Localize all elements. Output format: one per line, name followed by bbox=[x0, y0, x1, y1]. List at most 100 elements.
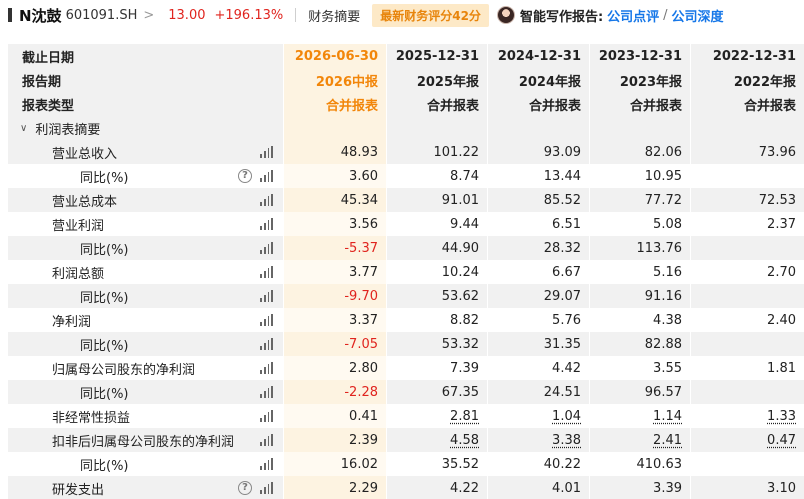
cell-value: 40.22 bbox=[543, 456, 581, 472]
value-cell: 4.38 bbox=[590, 308, 691, 332]
cell-value: 48.93 bbox=[340, 144, 378, 160]
cell-value: 10.24 bbox=[441, 264, 479, 280]
cell-value: 101.22 bbox=[433, 144, 480, 160]
value-cell: 6.67 bbox=[488, 260, 590, 284]
row-label-cell: 净利润 bbox=[8, 308, 284, 332]
section-row[interactable]: ∨ 利润表摘要 bbox=[8, 116, 804, 140]
financial-summary-link[interactable]: 财务摘要 bbox=[308, 6, 360, 25]
value-cell: 1.14 bbox=[590, 404, 691, 428]
cell-value: 2.39 bbox=[349, 432, 378, 448]
row-label: 同比(%) bbox=[80, 290, 129, 306]
cell-value[interactable]: 4.58 bbox=[450, 433, 479, 448]
bar-chart-icon[interactable] bbox=[260, 458, 273, 470]
chevron-down-icon[interactable]: ∨ bbox=[20, 123, 27, 134]
avatar bbox=[496, 6, 515, 24]
cell-value: 410.63 bbox=[636, 456, 683, 472]
question-icon[interactable]: ? bbox=[238, 481, 252, 495]
value-cell: 2.37 bbox=[691, 212, 804, 236]
row-label-cell: 营业总成本 bbox=[8, 188, 284, 212]
link-separator: / bbox=[663, 7, 668, 23]
header-cell: 2024-12-31 bbox=[488, 44, 590, 68]
cell-value[interactable]: 0.47 bbox=[767, 433, 796, 448]
bar-chart-icon[interactable] bbox=[260, 386, 273, 398]
cell-value: 2.80 bbox=[349, 360, 378, 376]
value-cell: 8.74 bbox=[387, 164, 488, 188]
value-cell: 2.39 bbox=[284, 428, 387, 452]
table-row: 同比(%) -9.70 53.62 29.07 91.16 bbox=[8, 284, 804, 308]
bar-chart-icon[interactable] bbox=[260, 362, 273, 374]
table-row: 同比(%) -2.28 67.35 24.51 96.57 bbox=[8, 380, 804, 404]
bar-chart-icon[interactable] bbox=[260, 314, 273, 326]
stock-price: 13.00 bbox=[168, 7, 206, 23]
bar-chart-icon[interactable] bbox=[260, 194, 273, 206]
cell-value: 72.53 bbox=[758, 192, 796, 208]
bar-chart-icon[interactable] bbox=[260, 170, 273, 182]
bar-chart-icon[interactable] bbox=[260, 218, 273, 230]
company-comment-link[interactable]: 公司点评 bbox=[607, 6, 659, 25]
value-cell: 96.57 bbox=[590, 380, 691, 404]
cell-value[interactable]: 2.41 bbox=[653, 433, 682, 448]
table-row: 同比(%) 16.02 35.52 40.22 410.63 bbox=[8, 452, 804, 476]
cell-value: -2.28 bbox=[344, 384, 378, 400]
cell-value: 9.44 bbox=[450, 216, 479, 232]
chevron-right-icon[interactable]: > bbox=[143, 8, 154, 23]
header-cell: 合并报表 bbox=[387, 92, 488, 116]
cell-value: 35.52 bbox=[441, 456, 479, 472]
table-row: 同比(%)? 3.60 8.74 13.44 10.95 bbox=[8, 164, 804, 188]
bar-chart-icon[interactable] bbox=[260, 410, 273, 422]
cell-value: 10.95 bbox=[644, 168, 682, 184]
bar-chart-icon[interactable] bbox=[260, 242, 273, 254]
table-header-row: 报告期 2026中报 2025年报 2024年报 2023年报 2022年报 bbox=[8, 68, 804, 92]
value-cell bbox=[691, 380, 804, 404]
value-cell: 8.82 bbox=[387, 308, 488, 332]
value-cell: 13.44 bbox=[488, 164, 590, 188]
cell-value[interactable]: 2.81 bbox=[450, 409, 479, 424]
bar-chart-icon[interactable] bbox=[260, 266, 273, 278]
value-cell bbox=[691, 332, 804, 356]
cell-value[interactable]: 3.38 bbox=[552, 433, 581, 448]
value-cell: 3.39 bbox=[590, 476, 691, 499]
bar-chart-icon[interactable] bbox=[260, 338, 273, 350]
cell-value: 3.55 bbox=[653, 360, 682, 376]
cell-value: 5.76 bbox=[552, 312, 581, 328]
value-cell: 24.51 bbox=[488, 380, 590, 404]
bar-chart-icon[interactable] bbox=[260, 146, 273, 158]
cell-value[interactable]: 1.04 bbox=[552, 409, 581, 424]
cell-value: 5.08 bbox=[653, 216, 682, 232]
row-label-cell: 同比(%) bbox=[8, 236, 284, 260]
header-cell: 2025-12-31 bbox=[387, 44, 488, 68]
cell-value[interactable]: 1.33 bbox=[767, 409, 796, 424]
bar-chart-icon[interactable] bbox=[260, 482, 273, 494]
stock-code: 601091.SH bbox=[65, 7, 138, 23]
value-cell: 9.44 bbox=[387, 212, 488, 236]
income-statement-table: 截止日期 2026-06-30 2025-12-31 2024-12-31 2023-1… bbox=[8, 44, 804, 499]
financial-score-badge[interactable]: 最新财务评分42分 bbox=[372, 3, 489, 27]
header-cell: 合并报表 bbox=[691, 92, 804, 116]
value-cell: -7.05 bbox=[284, 332, 387, 356]
title-flag bbox=[8, 8, 12, 22]
row-label-cell: 同比(%) bbox=[8, 284, 284, 308]
value-cell bbox=[691, 164, 804, 188]
bar-chart-icon[interactable] bbox=[260, 434, 273, 446]
company-depth-link[interactable]: 公司深度 bbox=[672, 6, 724, 25]
cell-value: 44.90 bbox=[441, 240, 479, 256]
cell-value: 77.72 bbox=[644, 192, 682, 208]
cell-value[interactable]: 1.14 bbox=[653, 409, 682, 424]
table-row: 利润总额 3.77 10.24 6.67 5.16 2.70 bbox=[8, 260, 804, 284]
bar-chart-icon[interactable] bbox=[260, 290, 273, 302]
cell-value: 73.96 bbox=[758, 144, 796, 160]
cell-value: 1.81 bbox=[767, 360, 796, 376]
value-cell: 73.96 bbox=[691, 140, 804, 164]
value-cell: 91.16 bbox=[590, 284, 691, 308]
question-icon[interactable]: ? bbox=[238, 169, 252, 183]
header-cell: 2025年报 bbox=[387, 68, 488, 92]
cell-value: -5.37 bbox=[344, 240, 378, 256]
value-cell: 77.72 bbox=[590, 188, 691, 212]
cell-value: 4.42 bbox=[552, 360, 581, 376]
row-label-cell: 研发支出? bbox=[8, 476, 284, 499]
value-cell: 3.37 bbox=[284, 308, 387, 332]
section-label[interactable]: ∨ 利润表摘要 bbox=[8, 116, 284, 140]
value-cell: 4.58 bbox=[387, 428, 488, 452]
cell-value: 82.06 bbox=[644, 144, 682, 160]
cell-value: 28.32 bbox=[543, 240, 581, 256]
